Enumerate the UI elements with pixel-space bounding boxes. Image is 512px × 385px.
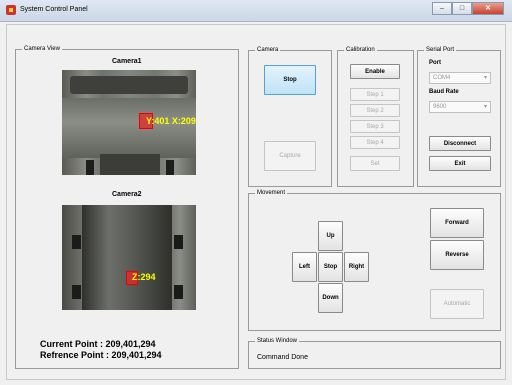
baud-rate-label: Baud Rate [429, 89, 459, 95]
title-bar: System Control Panel – □ ✕ [0, 0, 512, 22]
status-window-panel: Status Window Command Done [248, 337, 501, 369]
enable-button[interactable]: Enable [350, 64, 400, 79]
automatic-button[interactable]: Automatic [430, 289, 484, 319]
camera-stop-button[interactable]: Stop [264, 65, 316, 95]
client-area: Camera View Camera1 Y:401 X:209 Camera2 … [6, 24, 506, 380]
port-dropdown[interactable]: COM4 ▾ [429, 72, 491, 84]
reference-point: Refrence Point : 209,401,294 [40, 350, 162, 360]
calibration-title: Calibration [344, 46, 377, 54]
step1-button[interactable]: Step 1 [350, 88, 400, 101]
step4-button[interactable]: Step 4 [350, 136, 400, 149]
camera1-coordinates: Y:401 X:209 [146, 116, 196, 126]
capture-button[interactable]: Capture [264, 141, 316, 171]
app-icon [6, 5, 16, 15]
exit-button[interactable]: Exit [429, 156, 491, 171]
camera-panel-title: Camera [255, 46, 281, 54]
movement-title: Movement [255, 189, 288, 197]
chevron-down-icon: ▾ [483, 104, 487, 110]
camera2-coordinates: Z:294 [132, 272, 156, 282]
baud-rate-value: 9600 [433, 104, 447, 110]
step3-button[interactable]: Step 3 [350, 120, 400, 133]
step2-button[interactable]: Step 2 [350, 104, 400, 117]
camera2-feed: Z:294 [62, 205, 196, 310]
maximize-button[interactable]: □ [452, 2, 472, 15]
window-controls: – □ ✕ [432, 2, 504, 16]
disconnect-button[interactable]: Disconnect [429, 136, 491, 151]
serial-port-title: Serial Port [424, 46, 457, 54]
up-button[interactable]: Up [318, 221, 343, 251]
minimize-button[interactable]: – [432, 2, 452, 15]
set-button[interactable]: Set [350, 156, 400, 171]
forward-button[interactable]: Forward [430, 208, 484, 238]
chevron-down-icon: ▾ [483, 75, 487, 81]
current-point: Current Point : 209,401,294 [40, 339, 156, 349]
camera-view-title: Camera View [22, 45, 62, 53]
camera-view-panel: Camera View Camera1 Y:401 X:209 Camera2 … [15, 45, 239, 369]
down-button[interactable]: Down [318, 283, 343, 313]
status-window-title: Status Window [255, 337, 300, 345]
serial-port-panel: Serial Port Port COM4 ▾ Baud Rate 9600 ▾… [417, 46, 501, 187]
camera1-label: Camera1 [112, 58, 142, 65]
camera1-feed: Y:401 X:209 [62, 70, 196, 175]
port-label: Port [429, 60, 441, 66]
status-text: Command Done [257, 354, 308, 361]
camera-panel: Camera Stop Capture [248, 46, 332, 187]
camera2-label: Camera2 [112, 191, 142, 198]
reverse-button[interactable]: Reverse [430, 240, 484, 270]
baud-rate-dropdown[interactable]: 9600 ▾ [429, 101, 491, 113]
port-value: COM4 [433, 75, 451, 81]
window-title: System Control Panel [20, 6, 88, 13]
movement-stop-button[interactable]: Stop [318, 252, 343, 282]
movement-panel: Movement Up Left Stop Right Down Forward… [248, 189, 501, 331]
left-button[interactable]: Left [292, 252, 317, 282]
calibration-panel: Calibration Enable Step 1 Step 2 Step 3 … [337, 46, 414, 187]
close-button[interactable]: ✕ [472, 2, 504, 15]
right-button[interactable]: Right [344, 252, 369, 282]
